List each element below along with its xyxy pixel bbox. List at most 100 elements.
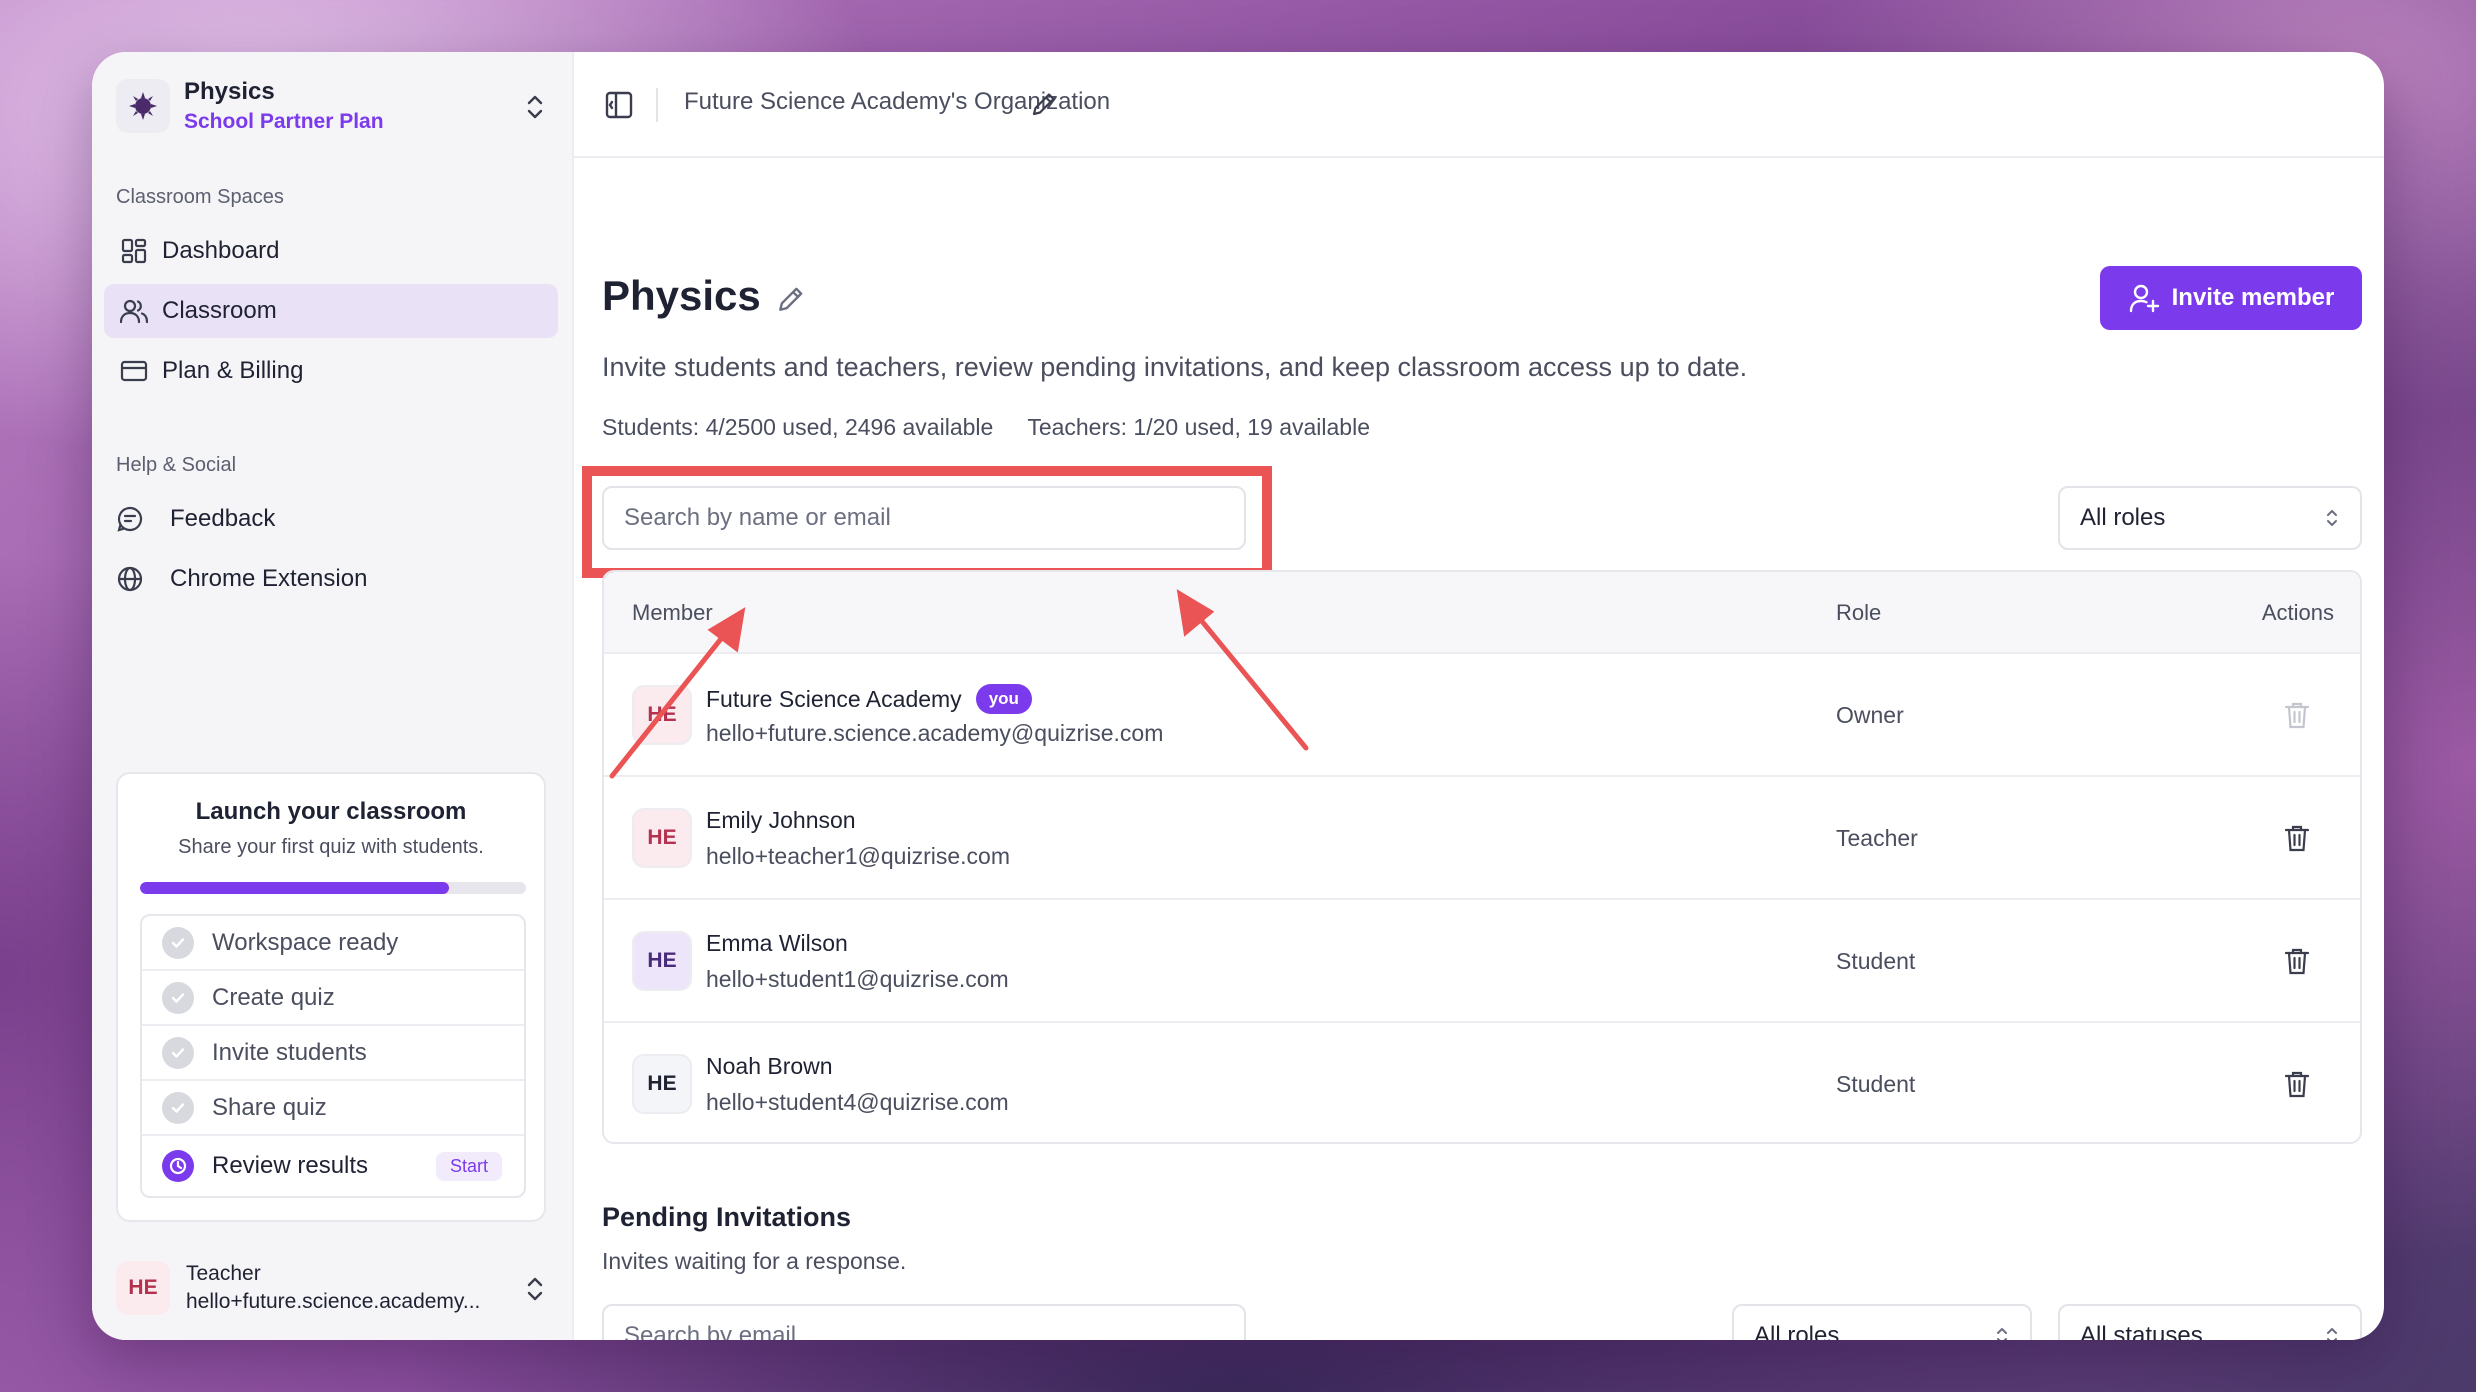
member-name: Emily Johnson: [706, 807, 856, 833]
step-review-results[interactable]: Review results Start: [142, 1136, 524, 1196]
users-icon: [120, 297, 148, 325]
students-quota: Students: 4/2500 used, 2496 available: [602, 414, 994, 440]
pending-role-filter-select[interactable]: All roles: [1732, 1304, 2032, 1340]
chevron-up-down-icon: [1997, 1328, 2007, 1340]
step-create-quiz[interactable]: Create quiz: [142, 971, 524, 1026]
table-header: Member Role Actions: [604, 572, 2360, 654]
step-label: Create quiz: [212, 983, 335, 1011]
step-share-quiz[interactable]: Share quiz: [142, 1081, 524, 1136]
chevron-up-down-icon: [2327, 510, 2337, 526]
credit-card-icon: [120, 357, 148, 385]
member-role: Teacher: [1836, 825, 1918, 851]
members-table: Member Role Actions HE Future Science Ac…: [602, 570, 2362, 1144]
user-role: Teacher: [186, 1262, 261, 1285]
member-email: hello+future.science.academy@quizrise.co…: [706, 720, 1164, 746]
role-filter-value: All roles: [2080, 504, 2166, 531]
table-row: HE Emily Johnson hello+teacher1@quizrise…: [604, 777, 2360, 900]
sidebar-item-label: Dashboard: [162, 237, 280, 264]
sidebar-item-label: Feedback: [170, 505, 276, 532]
check-icon: [162, 1036, 194, 1069]
trash-icon[interactable]: [2282, 946, 2312, 976]
member-email: hello+teacher1@quizrise.com: [706, 843, 1010, 869]
dashboard-icon: [120, 237, 148, 265]
step-label: Workspace ready: [212, 928, 399, 956]
table-row: HE Emma Wilson hello+student1@quizrise.c…: [604, 900, 2360, 1023]
pencil-icon[interactable]: [776, 284, 806, 314]
member-role: Owner: [1836, 702, 1904, 728]
page-description: Invite students and teachers, review pen…: [602, 352, 1748, 382]
app-window: Physics School Partner Plan Classroom Sp…: [92, 52, 2384, 1340]
org-name: Physics: [184, 78, 275, 105]
section-label-help: Help & Social: [116, 454, 237, 476]
step-label: Share quiz: [212, 1093, 327, 1121]
pending-status-filter-select[interactable]: All statuses: [2058, 1304, 2362, 1340]
clock-icon: [162, 1150, 194, 1182]
sidebar-item-dashboard[interactable]: Dashboard: [104, 224, 558, 278]
section-label-classroom: Classroom Spaces: [116, 186, 284, 208]
sidebar-item-label: Classroom: [162, 297, 277, 324]
member-name: Emma Wilson: [706, 930, 848, 956]
chevron-up-down-icon[interactable]: [522, 1274, 548, 1304]
main-content: Future Science Academy's Organization Ph…: [574, 52, 2384, 1340]
sidebar-toggle-icon[interactable]: [604, 90, 634, 120]
table-row: HE Future Science Academy you hello+futu…: [604, 654, 2360, 777]
launch-progress-fill: [140, 882, 449, 894]
launch-progress-bar: [140, 882, 526, 894]
pending-invitations-subtitle: Invites waiting for a response.: [602, 1248, 907, 1274]
user-switcher[interactable]: HE Teacher hello+future.science.academy.…: [116, 1258, 552, 1318]
trash-icon: [2284, 702, 2310, 729]
add-user-icon: [2129, 284, 2159, 313]
user-email: hello+future.science.academy...: [186, 1290, 481, 1313]
pencil-icon[interactable]: [1030, 90, 1058, 118]
invite-member-label: Invite member: [2171, 284, 2335, 311]
you-badge: you: [975, 684, 1032, 714]
member-name: Noah Brown: [706, 1053, 833, 1079]
pending-search-input[interactable]: [602, 1304, 1246, 1340]
check-icon: [162, 981, 194, 1014]
table-row: HE Noah Brown hello+student4@quizrise.co…: [604, 1023, 2360, 1142]
chevron-up-down-icon: [2327, 1328, 2337, 1340]
trash-icon[interactable]: [2282, 823, 2312, 853]
start-button[interactable]: Start: [435, 1151, 502, 1181]
sidebar-item-plan-billing[interactable]: Plan & Billing: [104, 344, 558, 398]
quota-summary: Students: 4/2500 used, 2496 available Te…: [602, 414, 1370, 441]
column-header-role: Role: [1836, 600, 1882, 625]
topbar: Future Science Academy's Organization: [574, 52, 2384, 158]
step-workspace-ready[interactable]: Workspace ready: [142, 916, 524, 971]
org-logo-icon: [116, 79, 170, 133]
sidebar-item-label: Plan & Billing: [162, 357, 304, 384]
org-plan: School Partner Plan: [184, 110, 384, 133]
step-invite-students[interactable]: Invite students: [142, 1026, 524, 1081]
avatar: HE: [632, 931, 692, 991]
sidebar-item-chrome-extension[interactable]: Chrome Extension: [104, 552, 558, 606]
invite-member-button[interactable]: Invite member: [2100, 266, 2362, 330]
avatar: HE: [632, 808, 692, 868]
column-header-actions: Actions: [2261, 600, 2334, 625]
chevron-up-down-icon[interactable]: [522, 92, 548, 122]
page-title: Physics: [602, 272, 761, 319]
member-name: Future Science Academy: [706, 685, 962, 712]
member-role: Student: [1836, 948, 1916, 974]
trash-icon[interactable]: [2282, 1069, 2312, 1099]
member-email: hello+student4@quizrise.com: [706, 1089, 1009, 1115]
topbar-divider: [656, 88, 658, 122]
launch-subtitle: Share your first quiz with students.: [178, 836, 484, 858]
search-highlight-box: [582, 466, 1272, 578]
sidebar-item-feedback[interactable]: Feedback: [104, 492, 558, 546]
column-header-member: Member: [632, 600, 713, 625]
avatar: HE: [632, 1054, 692, 1114]
pending-invitations-title: Pending Invitations: [602, 1202, 852, 1232]
sidebar-item-label: Chrome Extension: [170, 565, 368, 592]
sidebar: Physics School Partner Plan Classroom Sp…: [92, 52, 574, 1340]
member-email: hello+student1@quizrise.com: [706, 966, 1009, 992]
globe-icon: [116, 565, 144, 593]
check-icon: [162, 1091, 194, 1124]
launch-title: Launch your classroom: [195, 798, 467, 825]
avatar: HE: [116, 1261, 170, 1315]
launch-steps: Workspace ready Create quiz Invite stude…: [140, 914, 526, 1198]
org-switcher[interactable]: Physics School Partner Plan: [116, 78, 552, 134]
role-filter-select[interactable]: All roles: [2058, 486, 2362, 550]
step-label: Review results: [212, 1152, 369, 1179]
member-role: Student: [1836, 1071, 1916, 1097]
sidebar-item-classroom[interactable]: Classroom: [104, 284, 558, 338]
